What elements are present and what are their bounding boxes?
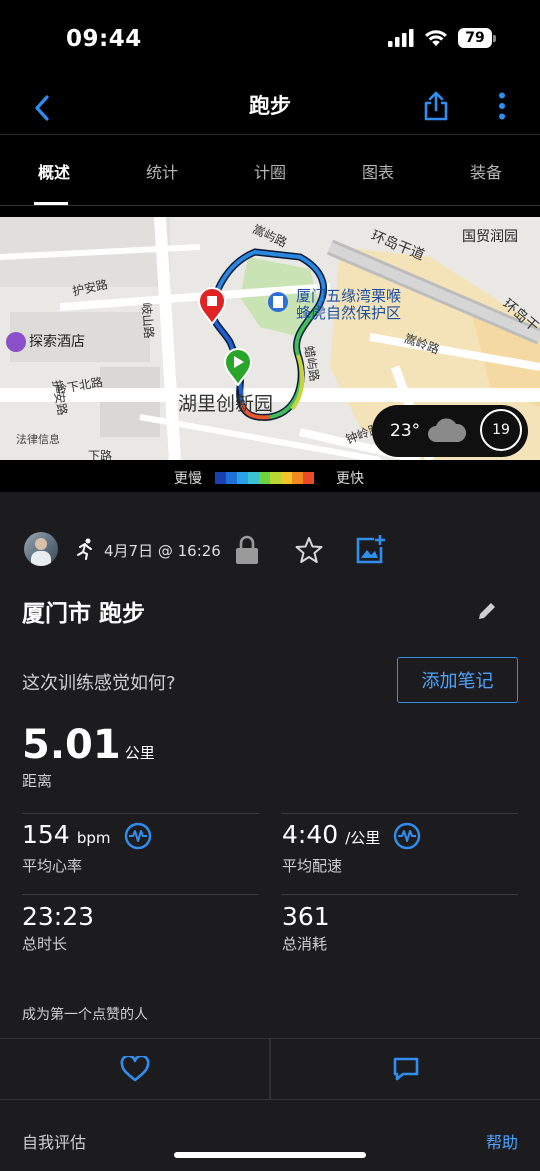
pace-color-swatch xyxy=(215,472,226,484)
share-icon xyxy=(424,91,448,121)
distance-label: 距离 xyxy=(22,772,53,790)
likes-text: 成为第一个点赞的人 xyxy=(22,1007,148,1023)
back-button[interactable] xyxy=(22,88,62,128)
lock-icon[interactable] xyxy=(235,535,259,565)
help-link[interactable]: 帮助 xyxy=(486,1129,518,1153)
pace-stat: 4:40 /公里 平均配速 xyxy=(282,820,421,876)
park-poi: 厦门五缘湾栗喉 蜂虎自然保护区 xyxy=(296,287,402,322)
bed-icon xyxy=(6,332,26,352)
duration-label: 总时长 xyxy=(22,935,68,953)
battery-level: 79 xyxy=(458,28,492,48)
heart-icon xyxy=(120,1056,149,1082)
home-indicator[interactable] xyxy=(174,1152,366,1158)
heart-rate-stat: 154 bpm 平均心率 xyxy=(22,820,152,876)
status-bar: 09:44 79 xyxy=(0,0,540,80)
divider xyxy=(281,894,518,895)
pace-unit: /公里 xyxy=(345,829,381,847)
pace-value: 4:40 xyxy=(282,820,339,849)
more-button[interactable] xyxy=(482,86,522,126)
status-icons: 79 xyxy=(388,28,496,48)
add-photo-icon[interactable] xyxy=(356,534,386,564)
pace-color-swatch xyxy=(270,472,281,484)
pace-color-swatch xyxy=(303,472,314,484)
self-evaluation-label: 自我评估 xyxy=(22,1133,87,1152)
wind-indicator: 19 xyxy=(480,409,522,451)
pace-chart-icon[interactable] xyxy=(393,822,421,850)
calories-stat: 361 总消耗 xyxy=(282,902,330,954)
pace-color-swatch xyxy=(237,472,248,484)
tab-gear[interactable]: 装备 xyxy=(432,136,540,206)
avatar[interactable] xyxy=(24,532,58,566)
calories-label: 总消耗 xyxy=(282,935,328,953)
pace-color-swatch xyxy=(259,472,270,484)
hotel-poi: 探索酒店 xyxy=(6,331,85,352)
area-label: 湖里创新园 xyxy=(178,393,274,415)
pace-legend: 更慢 更快 xyxy=(0,462,540,492)
legend-faster: 更快 xyxy=(336,471,364,487)
pace-color-bar xyxy=(215,472,314,484)
heart-rate-value: 154 xyxy=(22,820,70,849)
battery-icon: 79 xyxy=(458,28,496,48)
edit-icon[interactable] xyxy=(476,600,498,622)
legend-slower: 更慢 xyxy=(174,471,202,487)
finish-marker-icon xyxy=(197,287,227,325)
weather-badge: 23° 19 xyxy=(372,405,528,457)
pace-color-swatch xyxy=(292,472,303,484)
page-title: 跑步 xyxy=(249,94,291,118)
star-icon[interactable] xyxy=(295,536,323,564)
legal-link[interactable]: 法律信息 xyxy=(16,431,60,447)
action-bar xyxy=(0,1038,540,1100)
feel-question: 这次训练感觉如何? xyxy=(22,673,176,694)
heart-rate-chart-icon[interactable] xyxy=(124,822,152,850)
activity-details: 4月7日 @ 16:26 厦门市 跑步 这次训练感觉如何? 添加笔记 5.01 公… xyxy=(0,492,540,1171)
comment-button[interactable] xyxy=(271,1039,540,1099)
divider xyxy=(22,813,259,814)
heart-rate-unit: bpm xyxy=(76,829,111,847)
tab-overview[interactable]: 概述 xyxy=(0,136,108,206)
pace-color-swatch xyxy=(248,472,259,484)
weather-temperature: 23° xyxy=(390,421,421,441)
like-button[interactable] xyxy=(0,1039,269,1099)
tab-stats[interactable]: 统计 xyxy=(108,136,216,206)
nav-bar: 跑步 xyxy=(0,80,540,135)
status-time: 09:44 xyxy=(66,26,142,52)
route-map[interactable]: 嵩屿路 环岛干道 国贸润园 环岛干 护安路 岐山路 岭下北路 护安路 嵩岭路 蜡… xyxy=(0,217,540,460)
share-button[interactable] xyxy=(416,86,456,126)
add-note-button[interactable]: 添加笔记 xyxy=(397,657,518,703)
start-marker-icon xyxy=(223,348,253,386)
duration-value: 23:23 xyxy=(22,902,95,931)
pace-color-swatch xyxy=(281,472,292,484)
divider xyxy=(22,894,259,895)
cloud-icon xyxy=(428,418,467,442)
wifi-icon xyxy=(425,30,447,46)
chevron-left-icon xyxy=(35,95,49,121)
map-label: 下路 xyxy=(88,449,113,460)
activity-title: 厦门市 跑步 xyxy=(22,601,146,627)
signal-icon xyxy=(388,29,414,47)
activity-date: 4月7日 @ 16:26 xyxy=(104,542,221,560)
tab-bar: 概述 统计 计圈 图表 装备 xyxy=(0,136,540,206)
divider xyxy=(281,813,518,814)
pace-label: 平均配速 xyxy=(282,856,343,875)
tab-laps[interactable]: 计圈 xyxy=(216,136,324,206)
tab-charts[interactable]: 图表 xyxy=(324,136,432,206)
calories-value: 361 xyxy=(282,902,330,931)
duration-stat: 23:23 总时长 xyxy=(22,902,94,954)
pace-color-swatch xyxy=(226,472,237,484)
running-icon xyxy=(77,538,92,560)
distance-unit: 公里 xyxy=(124,744,155,762)
map-label: 岐山路 xyxy=(138,301,157,340)
heart-rate-label: 平均心率 xyxy=(22,856,83,875)
activity-meta: 4月7日 @ 16:26 xyxy=(24,532,524,568)
distance-stat: 5.01 公里 xyxy=(22,722,155,768)
map-label: 国贸润园 xyxy=(462,229,518,245)
more-vertical-icon xyxy=(499,92,505,120)
comment-icon xyxy=(393,1057,418,1081)
distance-value: 5.01 xyxy=(22,722,121,768)
tab-indicator xyxy=(34,202,68,205)
